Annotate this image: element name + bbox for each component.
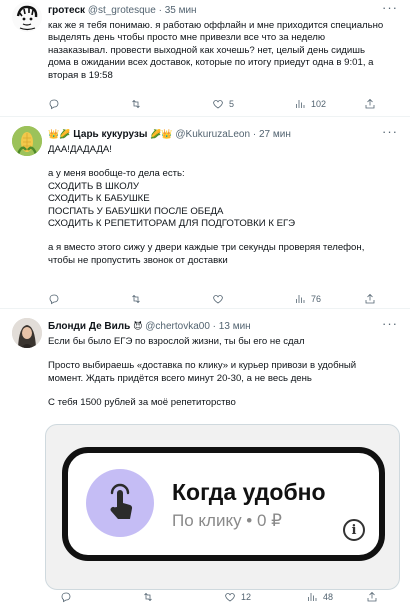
more-options-icon[interactable]: ··· [382,316,398,331]
name-emoji-suffix: 😈 [133,321,143,331]
share-button[interactable] [364,293,376,305]
text-paragraph: а у меня вообще-то дела есть: СХОДИТЬ В … [48,168,296,230]
divider [0,116,410,117]
separator: · [212,321,217,332]
views-icon [296,295,305,303]
tweet-text: как же я тебя понимаю. я работаю оффлайн… [48,20,384,81]
share-icon [367,591,377,602]
tweet-header: гротеск @st_grotesque · 35 мин [48,4,197,17]
reply-button[interactable] [48,98,130,110]
text-paragraph: Просто выбираешь «доставка по клику» и к… [48,360,357,384]
avatar[interactable] [12,2,42,32]
share-icon [365,293,375,304]
text-paragraph: Если бы было ЕГЭ по взрослой жизни, ты б… [48,336,305,347]
timestamp[interactable]: 27 мин [259,129,291,140]
handle[interactable]: @chertovka00 [145,321,210,332]
sketch-avatar-icon [12,2,42,32]
tweet-text: ДАА!ДАДАДА! а у меня вообще-то дела есть… [48,144,400,267]
card-subtitle: По клику • 0 ₽ [172,511,282,530]
divider [0,308,410,309]
tweet-actions: 5 102 [48,98,376,110]
heart-icon [213,100,223,109]
like-button[interactable]: 5 [212,98,294,110]
display-name[interactable]: Блонди Де Виль [48,321,130,332]
heart-icon [225,593,235,602]
avatar[interactable] [12,126,42,156]
like-count: 12 [241,592,252,602]
retweet-button[interactable] [142,591,224,603]
separator: · [252,129,257,140]
reply-icon [49,294,59,305]
heart-icon [213,295,223,304]
name-emoji-suffix: 🌽👑 [150,129,173,139]
like-count: 5 [229,99,235,109]
views-icon [308,593,317,601]
more-options-icon[interactable]: ··· [382,124,398,139]
share-button[interactable] [364,98,376,110]
more-options-icon[interactable]: ··· [382,0,398,15]
timestamp[interactable]: 35 мин [165,5,197,16]
name-emoji-prefix: 👑🌽 [48,129,71,139]
display-name[interactable]: гротеск [48,5,85,16]
reply-button[interactable] [48,293,130,305]
views-button[interactable]: 76 [294,293,364,305]
views-button[interactable]: 48 [306,591,366,603]
views-icon [296,100,305,108]
handle[interactable]: @st_grotesque [88,5,156,16]
like-button[interactable] [212,293,294,305]
timestamp[interactable]: 13 мин [219,321,251,332]
text-paragraph: ДАА!ДАДАДА! [48,144,112,155]
share-button[interactable] [366,591,378,603]
reply-icon [49,99,59,110]
share-icon [365,98,375,109]
corn-avatar-icon [12,126,42,156]
retweet-icon [132,294,140,304]
person-avatar-icon [12,318,42,348]
display-name[interactable]: Царь кукурузы [73,129,147,140]
handle[interactable]: @KukuruzaLeon [175,129,250,140]
separator: · [158,5,162,16]
tweet-actions: 12 48 [60,591,378,603]
retweet-icon [144,592,152,602]
tweet-kukuruza[interactable]: 👑🌽 Царь кукурузы 🌽👑 @KukuruzaLeon · 27 м… [0,120,410,310]
view-count: 48 [323,592,334,602]
card-title: Когда удобно [172,479,326,505]
reply-button[interactable] [60,591,142,603]
retweet-icon [132,99,140,109]
retweet-button[interactable] [130,98,212,110]
media-image[interactable]: Когда удобно По клику • 0 ₽ i [45,424,400,590]
text-paragraph: а я вместо этого сижу у двери каждые три… [48,242,365,266]
view-count: 76 [311,294,322,304]
info-icon: i [343,519,365,541]
delivery-option-card: Когда удобно По клику • 0 ₽ i [62,447,385,561]
tap-gesture-icon [86,469,154,537]
tweet-actions: 76 [48,293,376,305]
reply-icon [61,592,71,603]
tweet-grotesque[interactable]: гротеск @st_grotesque · 35 мин ··· как ж… [0,0,410,112]
avatar[interactable] [12,318,42,348]
tweet-header: Блонди Де Виль 😈 @chertovka00 · 13 мин [48,320,251,333]
retweet-button[interactable] [130,293,212,305]
view-count: 102 [311,99,327,109]
like-button[interactable]: 12 [224,591,306,603]
tweet-text: Если бы было ЕГЭ по взрослой жизни, ты б… [48,336,400,410]
tweet-header: 👑🌽 Царь кукурузы 🌽👑 @KukuruzaLeon · 27 м… [48,128,291,141]
text-paragraph: С тебя 1500 рублей за моё репетиторство [48,397,236,409]
views-button[interactable]: 102 [294,98,364,110]
